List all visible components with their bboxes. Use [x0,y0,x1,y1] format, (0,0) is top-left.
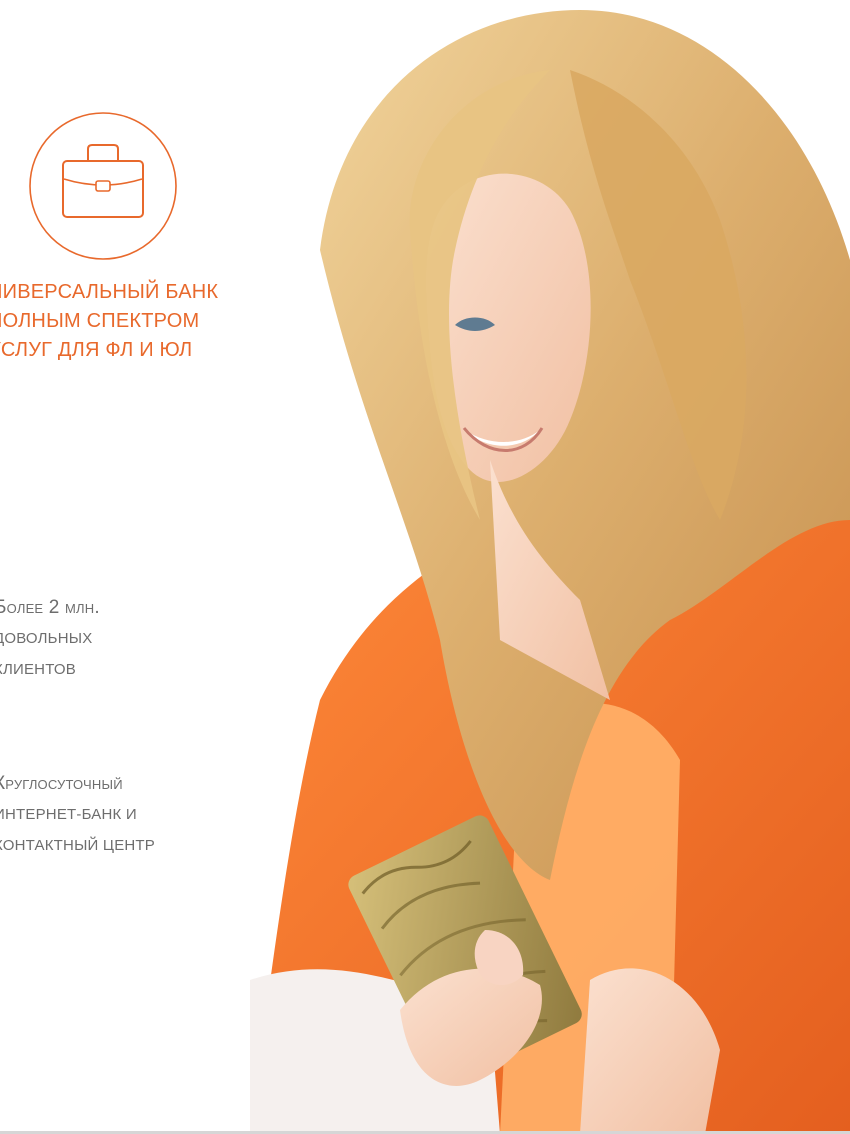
briefcase-icon [29,112,177,260]
feature-line: интернет-банк и [0,806,137,823]
headline-line: УСЛУГ ДЛЯ ФЛ И ЮЛ [0,339,193,361]
feature-line: довольных [0,630,93,647]
headline-line: НИВЕРСАЛЬНЫЙ БАНК [0,281,219,303]
headline-line: ПОЛНЫМ СПЕКТРОМ [0,310,200,332]
feature-line: клиентов [0,661,76,678]
feature-line: Более 2 млн. [0,597,100,618]
feature-line: Круглосуточный [0,773,123,794]
hero-photo [250,10,850,1134]
feature-support: Круглосуточный интернет-банк и контактны… [0,768,254,861]
headline: НИВЕРСАЛЬНЫЙ БАНК ПОЛНЫМ СПЕКТРОМ УСЛУГ … [0,278,288,365]
feature-line: контактный центр [0,837,156,854]
feature-clients: Более 2 млн. довольных клиентов [0,592,254,685]
